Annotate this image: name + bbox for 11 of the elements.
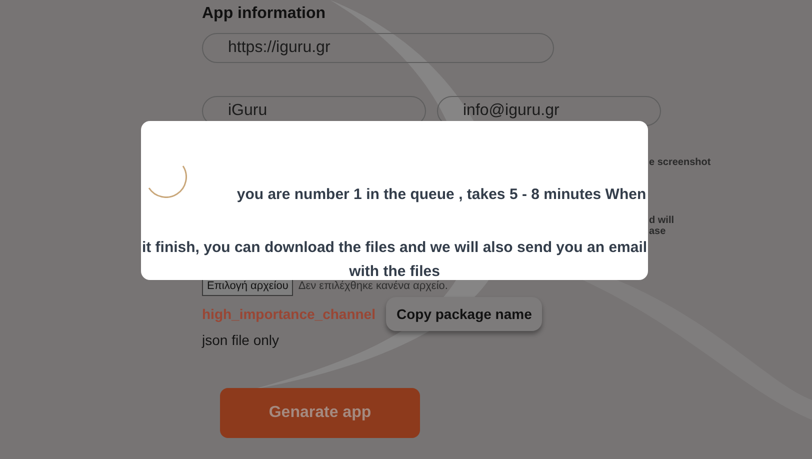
file-status: Δεν επιλέχθηκε κανένα αρχείο. xyxy=(298,280,448,292)
section-title: App information xyxy=(202,5,326,24)
partial-note: e screenshot xyxy=(649,157,711,168)
channel-name: high_importance_channel xyxy=(202,306,376,322)
copy-package-name-button[interactable]: Copy package name xyxy=(386,297,542,331)
generate-button[interactable]: Genarate app xyxy=(220,388,420,438)
partial-note: d will xyxy=(649,215,675,226)
url-field[interactable]: https://iguru.gr xyxy=(202,33,554,63)
partial-note: ase xyxy=(649,226,667,237)
email-field[interactable]: info@iguru.gr xyxy=(437,96,661,126)
file-hint: json file only xyxy=(202,332,280,348)
